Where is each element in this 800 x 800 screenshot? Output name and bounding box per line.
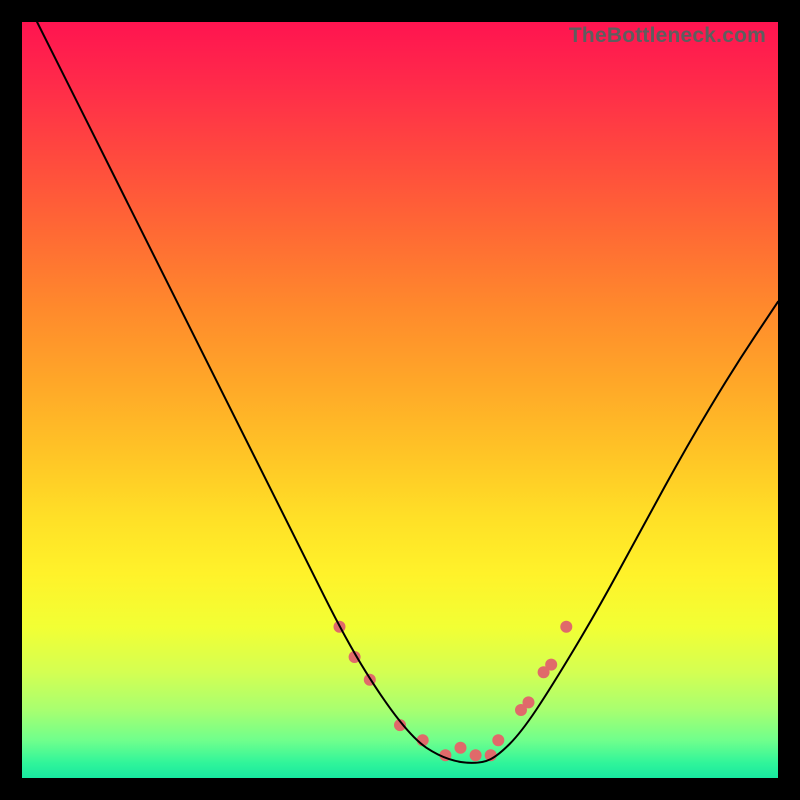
attribution-label: TheBottleneck.com <box>569 24 766 48</box>
marker-dot <box>492 734 504 746</box>
marker-dot <box>523 696 535 708</box>
plot-area: TheBottleneck.com <box>22 22 778 778</box>
curve-path <box>37 22 778 763</box>
marker-group <box>334 621 573 762</box>
marker-dot <box>560 621 572 633</box>
chart-svg <box>22 22 778 778</box>
chart-stage: TheBottleneck.com <box>0 0 800 800</box>
marker-dot <box>455 742 467 754</box>
marker-dot <box>545 659 557 671</box>
marker-dot <box>470 749 482 761</box>
